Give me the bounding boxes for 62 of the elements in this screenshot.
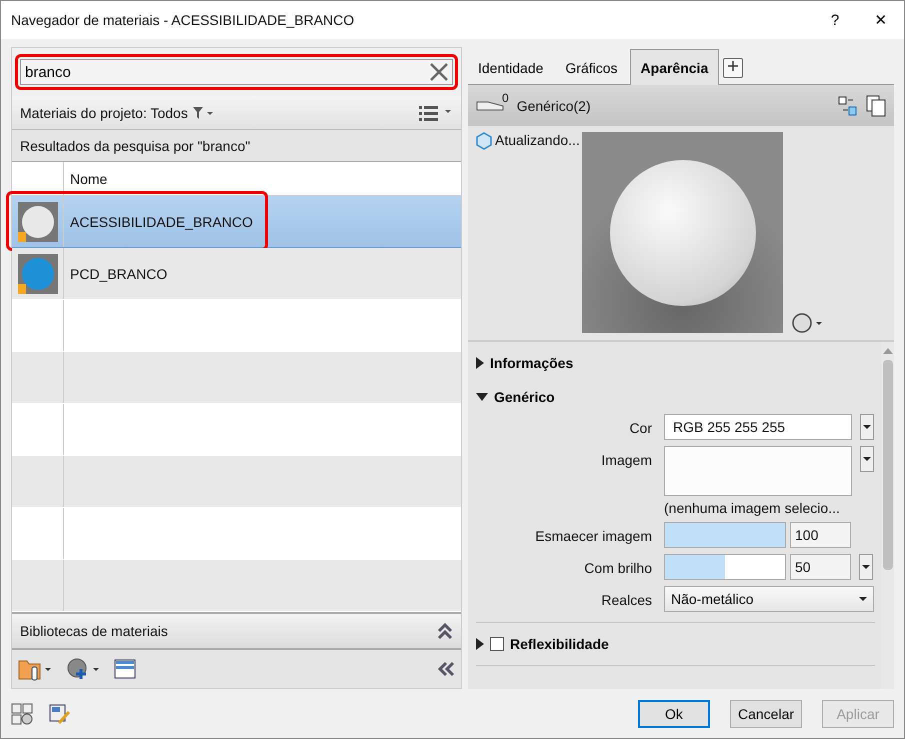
asset-name: Genérico(2) [516, 98, 591, 114]
copy-icon[interactable] [866, 94, 886, 116]
property-label: Esmaecer imagem [534, 527, 652, 544]
scrollbar[interactable] [881, 342, 894, 689]
tab[interactable]: Aparência [630, 49, 720, 85]
tab[interactable]: Gráficos [555, 52, 628, 84]
expand-arrow-icon [476, 393, 488, 401]
checkbox[interactable] [490, 637, 504, 651]
dropdown-button[interactable] [860, 446, 874, 472]
section-header[interactable]: Informações [476, 346, 875, 380]
section-title: Reflexibilidade [510, 636, 609, 652]
color-field[interactable]: RGB 255 255 255 [664, 414, 852, 440]
add-tab-button[interactable] [723, 58, 744, 78]
status-label: Atualizando... [495, 132, 580, 148]
libraries-title: Bibliotecas de materiais [20, 623, 168, 640]
dropdown[interactable]: Não-metálico [664, 586, 874, 612]
swap-icon[interactable] [838, 96, 858, 116]
section-title: Genérico [494, 389, 555, 405]
search-field[interactable]: branco [20, 59, 453, 85]
help-button[interactable]: ? [812, 10, 858, 30]
tab[interactable]: Identidade [468, 52, 554, 84]
sphere-dropdown-icon[interactable] [791, 312, 825, 334]
list-view-icon[interactable] [419, 104, 453, 121]
double-chevron-up-icon[interactable] [437, 622, 453, 640]
warning-icon [18, 232, 26, 242]
image-note: (nenhuma imagem selecio... [663, 500, 841, 516]
plus-icon [727, 60, 740, 72]
material-grid-icon[interactable] [11, 702, 33, 724]
material-name: PCD_BRANCO [69, 264, 168, 284]
close-button[interactable]: ✕ [858, 10, 904, 30]
section-title: Informações [490, 355, 574, 371]
warning-icon [18, 284, 26, 294]
filter-icon[interactable] [192, 106, 214, 120]
column-header[interactable]: Nome [64, 162, 461, 196]
globe-add-icon[interactable] [66, 657, 100, 682]
value-field[interactable]: 100 [790, 522, 851, 548]
slider-track[interactable] [664, 554, 786, 580]
section-header[interactable]: Reflexibilidade [476, 627, 875, 661]
property-label: Com brilho [583, 559, 652, 576]
results-label: Resultados da pesquisa por "branco" [20, 138, 250, 154]
edit-icon[interactable] [49, 702, 71, 724]
material-row[interactable]: PCD_BRANCO [12, 248, 461, 300]
dropdown-button[interactable] [860, 414, 874, 440]
expand-arrow-icon [476, 357, 484, 369]
usage-count: 0 [502, 90, 509, 104]
image-field[interactable] [664, 446, 852, 496]
window-title: Navegador de materiais - ACESSIBILIDADE_BRANCO [11, 12, 356, 28]
section-header[interactable]: Genérico [476, 380, 875, 414]
dialog-button[interactable]: Ok [638, 700, 710, 728]
material-name: ACESSIBILIDADE_BRANCO [69, 212, 254, 232]
property-label: Cor [628, 419, 652, 436]
dialog-button[interactable]: Cancelar [730, 700, 802, 728]
clear-icon[interactable] [429, 62, 449, 82]
cube-icon [476, 132, 492, 150]
value-field[interactable]: 50 [790, 554, 851, 580]
property-label: Realces [600, 591, 652, 608]
double-chevron-left-icon[interactable] [437, 661, 455, 678]
dropdown-button[interactable] [859, 554, 873, 580]
property-label: Imagem [600, 451, 652, 468]
filter-label: Materiais do projeto: Todos [20, 104, 188, 121]
hand-icon [476, 100, 504, 110]
panel-icon[interactable] [114, 659, 136, 680]
